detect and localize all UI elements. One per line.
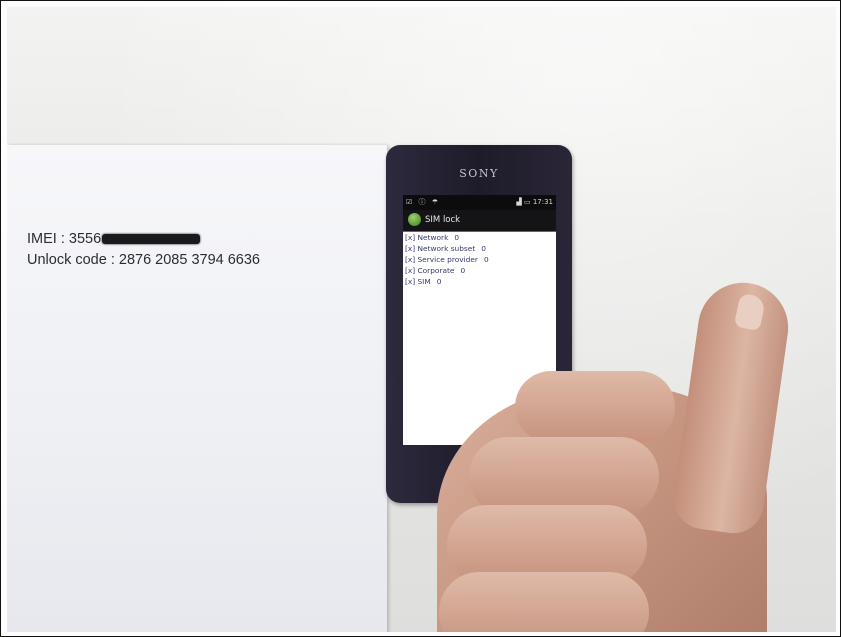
lock-item-label: [x] Service provider: [405, 255, 478, 264]
app-title-bar: SIM lock: [403, 210, 556, 232]
lock-item-network[interactable]: [x] Network 0: [403, 233, 556, 244]
lock-item-corporate[interactable]: [x] Corporate 0: [403, 266, 556, 277]
thumbs-up-hand: [417, 277, 836, 632]
hand-finger: [439, 572, 649, 632]
lock-item-value: 0: [481, 244, 486, 253]
imei-line: IMEI : 3556: [27, 231, 201, 247]
photo-scene: IMEI : 3556 Unlock code : 2876 2085 3794…: [7, 7, 836, 632]
lock-item-value: 0: [483, 255, 489, 264]
paper-sheet: IMEI : 3556 Unlock code : 2876 2085 3794…: [7, 145, 387, 632]
lock-item-value: 0: [460, 266, 466, 275]
lock-item-network-subset[interactable]: [x] Network subset 0: [403, 244, 556, 255]
lock-item-service-provider[interactable]: [x] Service provider 0: [403, 255, 556, 266]
imei-redaction: [102, 234, 201, 244]
hand-thumb: [670, 277, 794, 538]
photo-frame: IMEI : 3556 Unlock code : 2876 2085 3794…: [0, 0, 841, 637]
hand-finger: [469, 437, 659, 515]
imei-label: IMEI : 3556: [27, 231, 102, 247]
phone-brand: SONY: [459, 167, 499, 180]
hand-finger: [515, 371, 675, 443]
status-bar: ☑ ⓘ ☂ ▟ ▭ 17:31: [403, 195, 556, 210]
lock-item-value: 0: [454, 233, 460, 242]
battery-icon: ▭: [523, 198, 531, 206]
lock-item-label: [x] Network subset: [405, 244, 476, 253]
signal-icon: ▟: [516, 198, 522, 206]
lock-item-label: [x] Corporate: [405, 266, 455, 275]
app-title: SIM lock: [425, 215, 461, 225]
android-app-icon: [408, 213, 421, 226]
unlock-code-line: Unlock code : 2876 2085 3794 6636: [27, 252, 260, 268]
notification-icons: ☑ ⓘ ☂: [406, 198, 441, 206]
lock-item-label: [x] Network: [405, 233, 449, 242]
status-right: ▟ ▭ 17:31: [516, 198, 553, 206]
status-time: 17:31: [532, 198, 553, 206]
